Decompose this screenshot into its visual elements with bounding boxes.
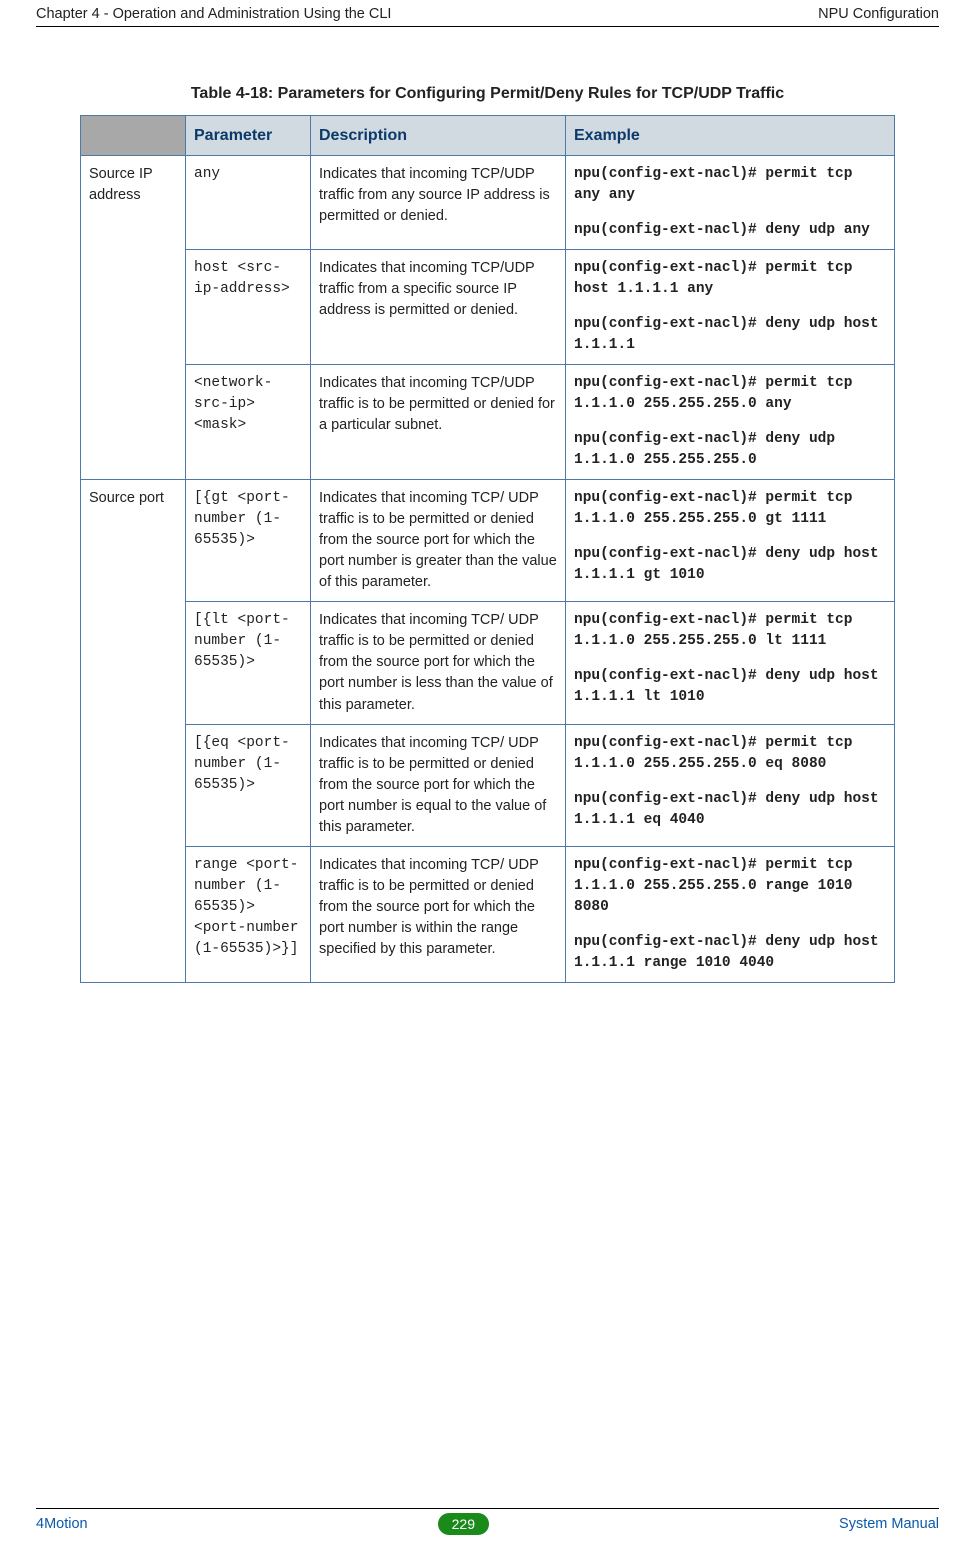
group-source-ip: Source IP address <box>81 156 186 480</box>
table-header-row: Parameter Description Example <box>81 116 895 156</box>
header-description: Description <box>311 116 566 156</box>
param-cell: range <port-number (1-65535)> <port-numb… <box>186 846 311 982</box>
example-line: npu(config-ext-nacl)# deny udp 1.1.1.0 2… <box>574 429 886 471</box>
footer-right: System Manual <box>839 1516 939 1532</box>
example-line: npu(config-ext-nacl)# permit tcp 1.1.1.0… <box>574 488 886 530</box>
example-line: npu(config-ext-nacl)# deny udp host 1.1.… <box>574 544 886 586</box>
example-line: npu(config-ext-nacl)# permit tcp 1.1.1.0… <box>574 610 886 652</box>
page-header: Chapter 4 - Operation and Administration… <box>36 6 939 27</box>
footer-left: 4Motion <box>36 1516 88 1532</box>
example-line: npu(config-ext-nacl)# deny udp host 1.1.… <box>574 314 886 356</box>
param-cell: [{gt <port-number (1-65535)> <box>186 480 311 602</box>
table-row: [{lt <port-number (1-65535)> Indicates t… <box>81 602 895 724</box>
desc-cell: Indicates that incoming TCP/UDP traffic … <box>311 250 566 365</box>
table-row: [{eq <port-number (1-65535)> Indicates t… <box>81 724 895 846</box>
parameters-table: Parameter Description Example Source IP … <box>80 115 895 983</box>
example-cell: npu(config-ext-nacl)# permit tcp 1.1.1.0… <box>566 365 895 480</box>
param-cell: [{lt <port-number (1-65535)> <box>186 602 311 724</box>
param-cell: host <src-ip-address> <box>186 250 311 365</box>
page-footer: 4Motion 229 System Manual <box>36 1508 939 1535</box>
example-line: npu(config-ext-nacl)# deny udp host 1.1.… <box>574 666 886 708</box>
table-row: Source IP address any Indicates that inc… <box>81 156 895 250</box>
table-row: Source port [{gt <port-number (1-65535)>… <box>81 480 895 602</box>
header-left: Chapter 4 - Operation and Administration… <box>36 6 391 22</box>
desc-cell: Indicates that incoming TCP/ UDP traffic… <box>311 602 566 724</box>
example-line: npu(config-ext-nacl)# permit tcp host 1.… <box>574 258 886 300</box>
param-cell: <network-src-ip> <mask> <box>186 365 311 480</box>
param-cell: any <box>186 156 311 250</box>
param-cell: [{eq <port-number (1-65535)> <box>186 724 311 846</box>
example-line: npu(config-ext-nacl)# permit tcp 1.1.1.0… <box>574 733 886 775</box>
example-line: npu(config-ext-nacl)# permit tcp 1.1.1.0… <box>574 373 886 415</box>
desc-cell: Indicates that incoming TCP/ UDP traffic… <box>311 480 566 602</box>
table-row: <network-src-ip> <mask> Indicates that i… <box>81 365 895 480</box>
table-caption: Table 4-18: Parameters for Configuring P… <box>80 85 895 103</box>
example-cell: npu(config-ext-nacl)# permit tcp 1.1.1.0… <box>566 602 895 724</box>
desc-cell: Indicates that incoming TCP/UDP traffic … <box>311 365 566 480</box>
example-cell: npu(config-ext-nacl)# permit tcp 1.1.1.0… <box>566 846 895 982</box>
example-cell: npu(config-ext-nacl)# permit tcp 1.1.1.0… <box>566 480 895 602</box>
desc-cell: Indicates that incoming TCP/UDP traffic … <box>311 156 566 250</box>
header-parameter: Parameter <box>186 116 311 156</box>
example-cell: npu(config-ext-nacl)# permit tcp host 1.… <box>566 250 895 365</box>
example-line: npu(config-ext-nacl)# deny udp any <box>574 220 886 241</box>
header-corner <box>81 116 186 156</box>
example-line: npu(config-ext-nacl)# deny udp host 1.1.… <box>574 932 886 974</box>
header-right: NPU Configuration <box>818 6 939 22</box>
desc-cell: Indicates that incoming TCP/ UDP traffic… <box>311 724 566 846</box>
header-example: Example <box>566 116 895 156</box>
content-area: Table 4-18: Parameters for Configuring P… <box>80 85 895 983</box>
table-row: range <port-number (1-65535)> <port-numb… <box>81 846 895 982</box>
table-row: host <src-ip-address> Indicates that inc… <box>81 250 895 365</box>
group-source-port: Source port <box>81 480 186 982</box>
example-line: npu(config-ext-nacl)# permit tcp 1.1.1.0… <box>574 855 886 918</box>
example-line: npu(config-ext-nacl)# permit tcp any any <box>574 164 886 206</box>
example-cell: npu(config-ext-nacl)# permit tcp any any… <box>566 156 895 250</box>
example-line: npu(config-ext-nacl)# deny udp host 1.1.… <box>574 789 886 831</box>
desc-cell: Indicates that incoming TCP/ UDP traffic… <box>311 846 566 982</box>
page-number-pill: 229 <box>438 1513 489 1535</box>
example-cell: npu(config-ext-nacl)# permit tcp 1.1.1.0… <box>566 724 895 846</box>
